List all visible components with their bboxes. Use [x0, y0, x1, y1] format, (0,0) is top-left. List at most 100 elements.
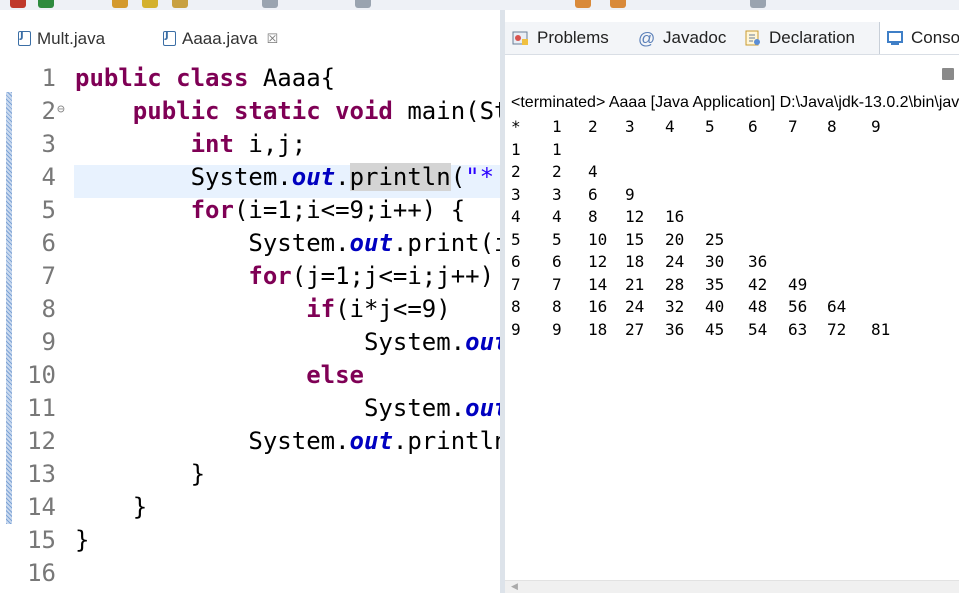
code-line[interactable]: 5 for(i=1;i<=9;i++) {	[0, 194, 500, 227]
tab-label: Console	[911, 28, 959, 47]
code-token: main(String[] args) {	[407, 97, 500, 125]
line-number: 3	[41, 130, 56, 158]
output-cell: 56	[788, 297, 808, 316]
code-token: .	[335, 163, 350, 191]
output-cell: 64	[827, 297, 847, 316]
tab-label: Aaaa.java	[182, 28, 258, 48]
code-line[interactable]: 8 if(i*j<=9)	[0, 293, 500, 326]
code-line[interactable]: 3 int i,j;	[0, 128, 500, 161]
line-number: 16	[27, 559, 56, 587]
code-line[interactable]: 7 for(j=1;j<=i;j++) {	[0, 260, 500, 293]
output-cell: 24	[625, 297, 645, 316]
output-cell: 54	[748, 319, 768, 339]
output-cell: 8	[827, 117, 837, 136]
line-source: else	[75, 359, 364, 392]
line-number: 9	[41, 328, 56, 356]
code-line[interactable]: 15}	[0, 524, 500, 557]
code-token: System.	[75, 163, 292, 191]
output-cell: 3	[552, 184, 562, 204]
scroll-left-icon[interactable]: ◀	[511, 582, 518, 592]
code-token: int	[190, 130, 234, 158]
code-line[interactable]: 2⊖ public static void main(String[] args…	[0, 95, 500, 128]
output-cell: 4	[511, 207, 521, 226]
output-cell: 27	[625, 319, 645, 339]
output-cell: 9	[625, 184, 635, 204]
tab-aaaa-java[interactable]: J Aaaa.java ☒	[163, 22, 279, 55]
output-cell: 1	[552, 117, 562, 136]
output-row: 11	[505, 139, 959, 162]
perspective-icon[interactable]	[750, 0, 766, 8]
tab-declaration[interactable]: Declaration	[744, 22, 855, 54]
output-cell: 5	[511, 229, 521, 249]
output-cell: 6	[511, 252, 521, 271]
close-icon[interactable]: ☒	[267, 31, 279, 47]
code-line[interactable]: 10 else	[0, 359, 500, 392]
output-cell: 3	[511, 184, 521, 204]
code-token: }	[75, 526, 90, 554]
output-cell: 9	[552, 319, 562, 339]
line-source: }	[75, 458, 205, 491]
code-token: System.	[75, 229, 350, 257]
tab-mult-java[interactable]: J Mult.java	[18, 22, 105, 55]
output-cell: 14	[588, 274, 608, 294]
output-cell: 45	[705, 319, 725, 339]
code-line[interactable]: 14 }	[0, 491, 500, 524]
code-line[interactable]: 13 }	[0, 458, 500, 491]
output-cell: 6	[588, 184, 598, 204]
line-source: if(i*j<=9)	[75, 293, 451, 326]
line-source: System.out.print	[75, 392, 500, 425]
code-line[interactable]: 1 public class Aaaa{	[0, 62, 500, 95]
forward-icon[interactable]	[610, 0, 626, 8]
horizontal-scrollbar[interactable]: ◀	[505, 580, 959, 593]
javadoc-icon: @	[638, 29, 656, 48]
code-line[interactable]: 11 System.out.print	[0, 392, 500, 425]
line-number: 2	[41, 97, 56, 125]
output-cell: 9	[871, 117, 881, 136]
next-annotation-icon[interactable]	[355, 0, 371, 8]
code-token: "* ...	[465, 163, 495, 191]
tab-label: Mult.java	[37, 28, 106, 48]
debug-icon[interactable]	[10, 0, 26, 8]
tab-console[interactable]: Console	[879, 22, 959, 54]
code-line[interactable]: 9 System.out.print	[0, 326, 500, 359]
terminate-icon[interactable]	[942, 68, 954, 80]
code-token: (j=1;j<=i;j++) {	[291, 262, 500, 290]
tab-problems[interactable]: Problems	[512, 22, 609, 54]
code-token: .println();	[392, 427, 500, 455]
tab-javadoc[interactable]: @ Javadoc	[638, 22, 726, 54]
open-type-icon[interactable]	[172, 0, 188, 8]
new-class-icon[interactable]	[142, 0, 158, 8]
line-source: public static void main(String[] args) {	[75, 95, 500, 128]
code-token: println	[349, 163, 451, 191]
output-cell: 8	[552, 297, 562, 316]
line-source: for(j=1;j<=i;j++) {	[75, 260, 500, 293]
back-icon[interactable]	[575, 0, 591, 8]
new-package-icon[interactable]	[112, 0, 128, 8]
search-icon[interactable]	[262, 0, 278, 8]
output-cell: 72	[827, 319, 847, 339]
line-source: for(i=1;i<=9;i++) {	[75, 194, 466, 227]
problems-icon	[512, 29, 530, 47]
code-token: public class	[75, 64, 249, 92]
output-cell: 1	[552, 139, 562, 159]
run-icon[interactable]	[38, 0, 54, 8]
code-token: .print(i);	[392, 229, 500, 257]
code-line[interactable]: 6 System.out.print(i);	[0, 227, 500, 260]
output-cell: 8	[511, 297, 521, 316]
output-cell: 8	[588, 207, 598, 226]
output-cell: 2	[588, 117, 598, 136]
output-cell: 20	[665, 229, 685, 249]
code-line[interactable]: 16	[0, 557, 500, 590]
output-cell: 63	[788, 319, 808, 339]
line-number: 4	[41, 163, 56, 191]
line-number: 14	[27, 493, 56, 521]
fold-collapse-icon[interactable]: ⊖	[57, 93, 65, 126]
output-cell: *	[511, 117, 521, 136]
output-cell: 42	[748, 274, 768, 294]
code-line[interactable]: 4 System.out.println("* ...	[0, 161, 500, 194]
code-line[interactable]: 12 System.out.println();	[0, 425, 500, 458]
output-row: 4 4 8 12 16	[505, 206, 959, 229]
